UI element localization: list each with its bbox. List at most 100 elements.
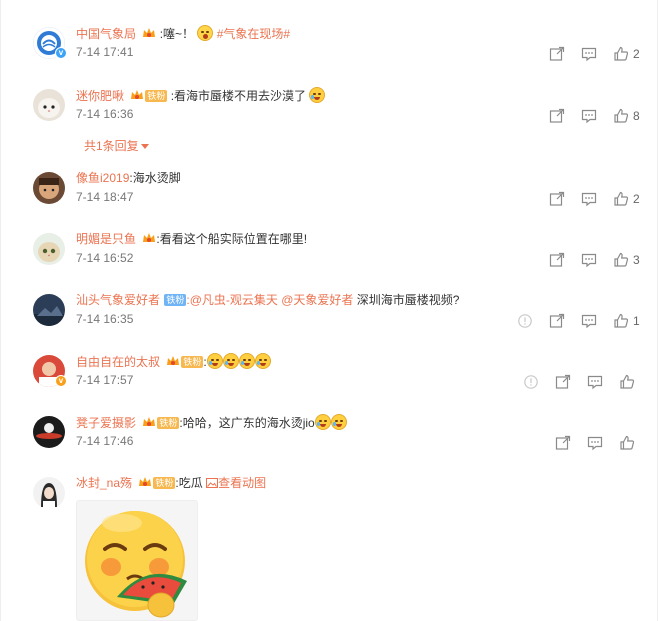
laugh-cry-emoji-icon — [238, 353, 255, 369]
avatar[interactable] — [33, 172, 65, 204]
report-button[interactable] — [509, 312, 541, 330]
username[interactable]: 凳子爱摄影 — [76, 416, 136, 430]
comment-item: 像鱼i2019:海水烫脚 7-14 18:47 2 — [33, 170, 643, 230]
comment-button[interactable] — [579, 373, 611, 391]
comment-item: 汕头气象爱好者 铁粉:@凡虫-观云集天 @天象爱好者 深圳海市蜃楼视频? 7-1… — [33, 292, 643, 352]
timestamp: 7-14 17:46 — [76, 434, 134, 448]
wow-emoji-icon — [197, 25, 214, 41]
timestamp: 7-14 16:35 — [76, 312, 134, 326]
share-button[interactable] — [541, 251, 573, 269]
image-icon — [206, 478, 219, 488]
comment-icon — [587, 375, 603, 390]
comment-button[interactable] — [579, 434, 611, 452]
username[interactable]: 迷你肥啾 — [76, 89, 124, 103]
comment-button[interactable] — [573, 251, 605, 269]
comment-icon — [581, 253, 597, 268]
laugh-cry-emoji-icon — [206, 353, 223, 369]
comment-item: v 中国气象局 :噻~！ #气象在现场# 7-14 17:41 2 — [33, 25, 643, 85]
share-icon — [549, 313, 565, 328]
timestamp: 7-14 16:52 — [76, 251, 134, 265]
username[interactable]: 冰封_na殇 — [76, 476, 132, 490]
crown-icon — [138, 476, 152, 488]
thumbs-up-icon — [620, 374, 635, 389]
comment-icon — [581, 192, 597, 207]
avatar[interactable] — [33, 89, 65, 121]
avatar[interactable] — [33, 294, 65, 326]
comment-button[interactable] — [573, 312, 605, 330]
comment-text: 深圳海市蜃楼视频? — [353, 293, 460, 307]
share-button[interactable] — [541, 190, 573, 208]
crown-icon — [142, 27, 156, 39]
like-count: 3 — [633, 253, 640, 267]
username[interactable]: 明媚是只鱼 — [76, 232, 136, 246]
timestamp: 7-14 16:36 — [76, 107, 134, 121]
mention-link[interactable]: @天象爱好者 — [281, 293, 353, 307]
username[interactable]: 汕头气象爱好者 — [76, 293, 160, 307]
verified-icon: v — [55, 375, 67, 387]
share-icon — [555, 374, 571, 389]
view-gif-link[interactable]: 查看动图 — [206, 476, 266, 490]
like-count: 1 — [633, 314, 640, 328]
comment-button[interactable] — [573, 190, 605, 208]
comment-icon — [587, 436, 603, 451]
laugh-cry-emoji-icon — [309, 87, 326, 103]
alert-icon — [518, 314, 532, 328]
topic-link[interactable]: #气象在现场# — [217, 27, 290, 41]
crown-icon — [166, 355, 180, 367]
comment-icon — [581, 109, 597, 124]
gif-thumbnail[interactable] — [76, 500, 198, 621]
comment-text: :噻~！ — [159, 27, 195, 41]
username[interactable]: 自由自在的太叔 — [76, 355, 160, 369]
report-button[interactable] — [515, 373, 547, 391]
comment-button[interactable] — [573, 45, 605, 63]
share-icon — [555, 435, 571, 450]
crown-icon — [142, 232, 156, 244]
share-button[interactable] — [547, 373, 579, 391]
mention-link[interactable]: :@凡虫-观云集天 — [186, 293, 278, 307]
laugh-cry-emoji-icon — [330, 414, 347, 430]
thumbs-up-icon — [614, 313, 629, 328]
thumbs-up-icon — [614, 108, 629, 123]
comment-icon — [581, 314, 597, 329]
comment-text: :吃瓜 — [175, 476, 203, 490]
timestamp: 7-14 17:57 — [76, 373, 134, 387]
comment-list: v 中国气象局 :噻~！ #气象在现场# 7-14 17:41 2 迷你肥啾 铁… — [0, 0, 658, 621]
like-count: 2 — [633, 47, 640, 61]
share-button[interactable] — [541, 45, 573, 63]
share-icon — [549, 252, 565, 267]
share-icon — [549, 108, 565, 123]
avatar[interactable] — [33, 416, 65, 448]
laugh-cry-emoji-icon — [254, 353, 271, 369]
fan-badge: 铁粉 — [153, 477, 176, 489]
timestamp: 7-14 17:41 — [76, 45, 134, 59]
thumbs-up-icon — [614, 191, 629, 206]
comment-text: :看海市蜃楼不用去沙漠了 — [170, 89, 307, 103]
comment-button[interactable] — [573, 107, 605, 125]
verified-icon: v — [55, 47, 67, 59]
share-button[interactable] — [547, 434, 579, 452]
crown-icon — [142, 416, 156, 428]
expand-replies-button[interactable]: 共1条回复 — [84, 137, 149, 154]
eating-watermelon-emoji — [85, 511, 187, 618]
alert-icon — [524, 375, 538, 389]
comment-icon — [581, 47, 597, 62]
comment-text: :哈哈，这广东的海水烫jio — [179, 416, 315, 430]
comment-text: :看看这个船实际位置在哪里! — [156, 232, 308, 246]
like-button[interactable] — [611, 434, 643, 452]
laugh-cry-emoji-icon — [314, 414, 331, 430]
laugh-cry-emoji-icon — [222, 353, 239, 369]
username[interactable]: 像鱼i2019 — [76, 171, 129, 185]
share-button[interactable] — [541, 312, 573, 330]
share-button[interactable] — [541, 107, 573, 125]
like-button[interactable] — [611, 373, 643, 391]
username[interactable]: 中国气象局 — [76, 27, 136, 41]
comment-item: v 自由自在的太叔 铁粉: 7-14 17:57 — [33, 353, 643, 413]
fan-badge: 铁粉 — [164, 294, 187, 306]
avatar[interactable] — [33, 233, 65, 265]
comment-item: 明媚是只鱼 :看看这个船实际位置在哪里! 7-14 16:52 3 — [33, 231, 643, 291]
fan-badge: 铁粉 — [145, 90, 168, 102]
caret-down-icon — [140, 144, 149, 149]
avatar[interactable] — [33, 477, 65, 509]
like-count: 8 — [633, 109, 640, 123]
share-icon — [549, 46, 565, 61]
